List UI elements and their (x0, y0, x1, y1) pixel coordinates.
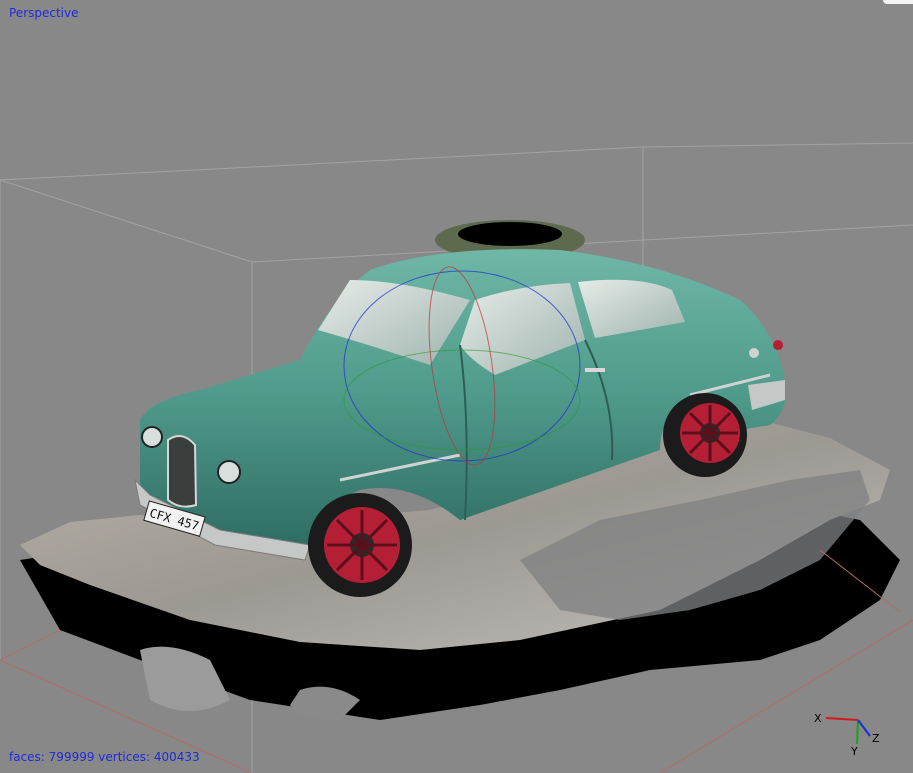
panel-corner-tab (883, 0, 913, 4)
scene-canvas[interactable]: CFX 457 X Y Z (0, 0, 913, 773)
view-mode-label: Perspective (9, 6, 79, 20)
headlight-right (217, 460, 241, 484)
tail-light (773, 340, 783, 350)
faces-count: 799999 (48, 750, 99, 764)
y-axis-line (856, 719, 859, 745)
3d-viewport[interactable]: CFX 457 X Y Z Perspective faces: 799999 … (0, 0, 913, 773)
vertices-label: vertices: (98, 750, 154, 764)
axis-indicator: X Y Z (814, 712, 880, 758)
fuel-cap (749, 348, 759, 358)
vertices-count: 400433 (153, 750, 200, 764)
z-axis-label: Z (872, 732, 880, 745)
front-wheel (308, 493, 412, 597)
door-handle (585, 368, 605, 372)
y-axis-label: Y (850, 745, 858, 758)
x-axis-label: X (814, 712, 822, 725)
headlight-left (141, 426, 163, 448)
roof-hole (458, 222, 562, 246)
x-axis-line (825, 717, 859, 721)
mesh-stats: faces: 799999 vertices: 400433 (9, 750, 200, 764)
grille (167, 435, 198, 508)
faces-label: faces: (9, 750, 49, 764)
rear-wheel (663, 393, 747, 477)
z-axis-line (857, 719, 871, 737)
